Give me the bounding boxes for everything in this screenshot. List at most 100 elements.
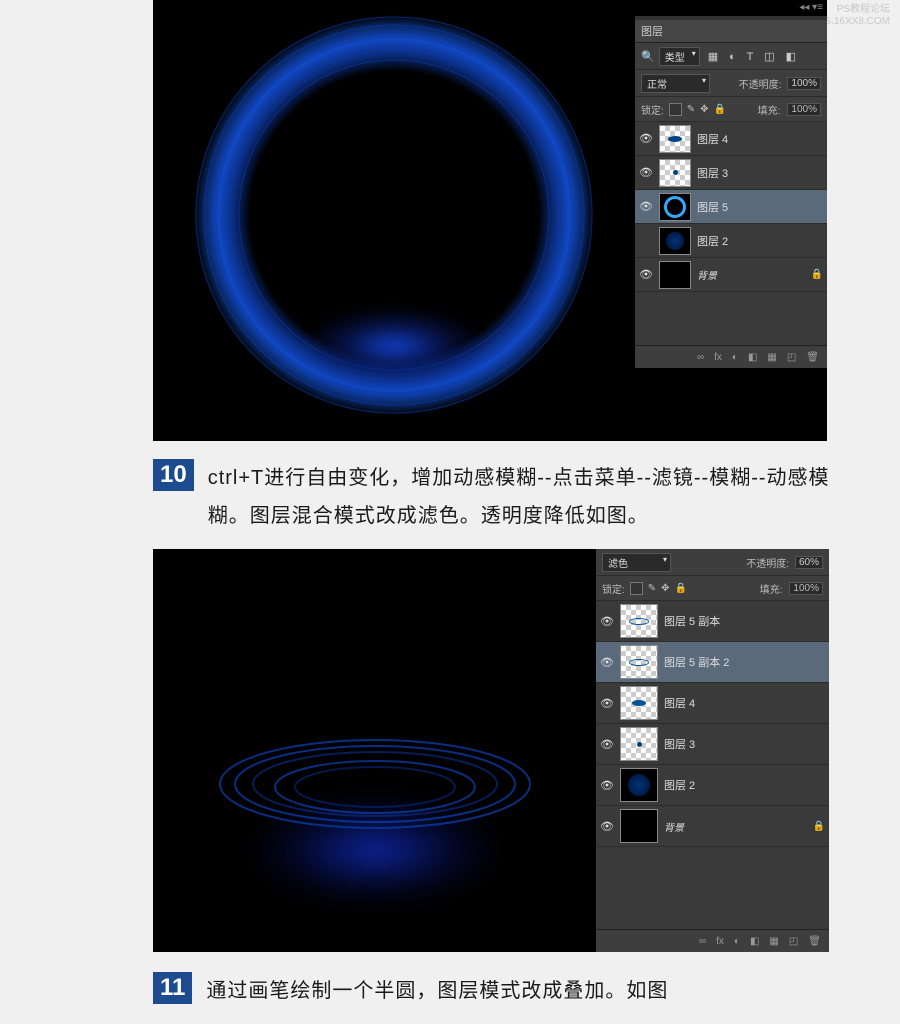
layer-name: 图层 5 副本 2 [664, 654, 729, 670]
fx-icon[interactable]: fx [716, 936, 724, 947]
filter-icons[interactable]: ▦ ◐ T ◫ ◧ [708, 50, 800, 63]
lock-icon: 🔒 [811, 269, 823, 280]
fx-icon[interactable]: fx [714, 352, 722, 363]
screenshot-1: ◂◂ ▾≡ 图层 🔍 类型 ▦ ◐ T ◫ ◧ 正常 不透明度: 100% 锁定… [153, 0, 827, 441]
layer-row[interactable]: 👁 图层 3 [635, 156, 827, 190]
step-number: 11 [153, 972, 192, 1004]
layers-panel-2: 滤色 不透明度: 60% 锁定: ✎ ✥ 🔒 填充: 100% 👁 图层 5 副本… [596, 549, 829, 952]
screenshot-2: 滤色 不透明度: 60% 锁定: ✎ ✥ 🔒 填充: 100% 👁 图层 5 副本… [153, 549, 829, 952]
visibility-icon[interactable]: 👁 [639, 200, 653, 214]
lock-label: 锁定: [641, 102, 664, 117]
layer-row[interactable]: 👁 图层 4 [596, 683, 829, 724]
visibility-icon[interactable]: 👁 [639, 132, 653, 146]
layer-name: 图层 2 [697, 233, 728, 249]
trash-icon[interactable]: 🗑 [806, 352, 819, 363]
visibility-icon[interactable] [639, 234, 653, 248]
layer-thumb [620, 645, 658, 679]
layer-row[interactable]: 👁 图层 4 [635, 122, 827, 156]
layer-name: 图层 4 [664, 695, 695, 711]
layers-panel-1: ◂◂ ▾≡ 图层 🔍 类型 ▦ ◐ T ◫ ◧ 正常 不透明度: 100% 锁定… [635, 16, 827, 368]
lock-label: 锁定: [602, 581, 625, 596]
visibility-icon[interactable]: 👁 [600, 737, 614, 751]
visibility-icon[interactable]: 👁 [600, 819, 614, 833]
layer-name: 图层 5 [697, 199, 728, 215]
layer-row[interactable]: 👁 图层 3 [596, 724, 829, 765]
opacity-label: 不透明度: [746, 555, 789, 570]
adjustment-icon[interactable]: ◧ [748, 352, 757, 363]
fill-label: 填充: [758, 102, 781, 117]
lock-brush-icon[interactable]: ✎ [687, 104, 695, 115]
step-number: 10 [153, 459, 194, 491]
lock-all-icon[interactable]: 🔒 [714, 104, 726, 115]
step-text: ctrl+T进行自由变化，增加动感模糊--点击菜单--滤镜--模糊--动感模糊。… [208, 459, 860, 535]
layer-thumb [620, 604, 658, 638]
step-text: 通过画笔绘制一个半圆，图层模式改成叠加。如图 [206, 972, 668, 1010]
group-icon[interactable]: ▦ [769, 936, 778, 947]
lock-brush-icon[interactable]: ✎ [648, 583, 656, 594]
visibility-icon[interactable]: 👁 [639, 268, 653, 282]
opacity-value[interactable]: 60% [795, 556, 823, 569]
link-icon[interactable]: ∞ [699, 936, 706, 947]
opacity-label: 不透明度: [739, 76, 782, 91]
layer-row[interactable]: 👁 背景 🔒 [635, 258, 827, 292]
fill-label: 填充: [760, 581, 783, 596]
layer-name: 图层 4 [697, 131, 728, 147]
layer-row[interactable]: 👁 图层 5 副本 2 [596, 642, 829, 683]
lock-move-icon[interactable]: ✥ [700, 104, 708, 115]
lock-all-icon[interactable]: 🔒 [675, 583, 687, 594]
layer-thumb [659, 261, 691, 289]
fill-value[interactable]: 100% [787, 103, 821, 116]
layer-row[interactable]: 图层 2 [635, 224, 827, 258]
lock-move-icon[interactable]: ✥ [661, 583, 669, 594]
mask-icon[interactable]: ◐ [732, 352, 738, 363]
canvas-disc [153, 549, 596, 952]
search-icon: 🔍 [641, 50, 655, 63]
adjustment-icon[interactable]: ◧ [750, 936, 759, 947]
panel-tab[interactable]: 图层 [635, 20, 827, 43]
trash-icon[interactable]: 🗑 [808, 936, 821, 947]
visibility-icon[interactable]: 👁 [600, 614, 614, 628]
layer-thumb [659, 125, 691, 153]
layer-thumb [659, 193, 691, 221]
canvas-ring [153, 0, 635, 441]
opacity-value[interactable]: 100% [787, 77, 821, 90]
link-icon[interactable]: ∞ [697, 352, 704, 363]
visibility-icon[interactable]: 👁 [600, 778, 614, 792]
layer-thumb [620, 727, 658, 761]
step-10: 10 ctrl+T进行自由变化，增加动感模糊--点击菜单--滤镜--模糊--动感… [153, 459, 860, 535]
panel-footer: ∞ fx ◐ ◧ ▦ ◰ 🗑 [596, 929, 829, 952]
layer-list-2: 👁 图层 5 副本 👁 图层 5 副本 2 👁 图层 4 👁 图层 3 👁 图层 2 👁 背… [596, 601, 829, 847]
layer-row[interactable]: 👁 图层 5 [635, 190, 827, 224]
layer-name: 图层 3 [664, 736, 695, 752]
visibility-icon[interactable]: 👁 [600, 696, 614, 710]
layer-thumb [620, 809, 658, 843]
layer-name: 图层 2 [664, 777, 695, 793]
layer-name: 图层 5 副本 [664, 613, 720, 629]
step-11: 11 通过画笔绘制一个半圆，图层模式改成叠加。如图 [153, 972, 860, 1010]
layer-row[interactable]: 👁 图层 2 [596, 765, 829, 806]
fill-value[interactable]: 100% [789, 582, 823, 595]
panel-footer: ∞ fx ◐ ◧ ▦ ◰ 🗑 [635, 345, 827, 368]
layer-thumb [620, 686, 658, 720]
layer-name: 图层 3 [697, 165, 728, 181]
filter-type[interactable]: 类型 [659, 47, 700, 66]
layer-name: 背景 [664, 819, 684, 834]
layer-row[interactable]: 👁 图层 5 副本 [596, 601, 829, 642]
blend-mode[interactable]: 正常 [641, 74, 710, 93]
visibility-icon[interactable]: 👁 [600, 655, 614, 669]
blend-mode[interactable]: 滤色 [602, 553, 671, 572]
layer-thumb [659, 159, 691, 187]
layer-list-1: 👁 图层 4 👁 图层 3 👁 图层 5 图层 2 👁 背景 🔒 [635, 122, 827, 292]
lock-transparency[interactable] [630, 582, 643, 595]
mask-icon[interactable]: ◐ [734, 936, 740, 947]
lock-icon: 🔒 [813, 821, 825, 832]
layer-name: 背景 [697, 267, 717, 282]
layer-thumb [620, 768, 658, 802]
new-layer-icon[interactable]: ◰ [789, 936, 798, 947]
visibility-icon[interactable]: 👁 [639, 166, 653, 180]
layer-thumb [659, 227, 691, 255]
new-layer-icon[interactable]: ◰ [787, 352, 796, 363]
lock-transparency[interactable] [669, 103, 682, 116]
group-icon[interactable]: ▦ [767, 352, 776, 363]
layer-row[interactable]: 👁 背景 🔒 [596, 806, 829, 847]
